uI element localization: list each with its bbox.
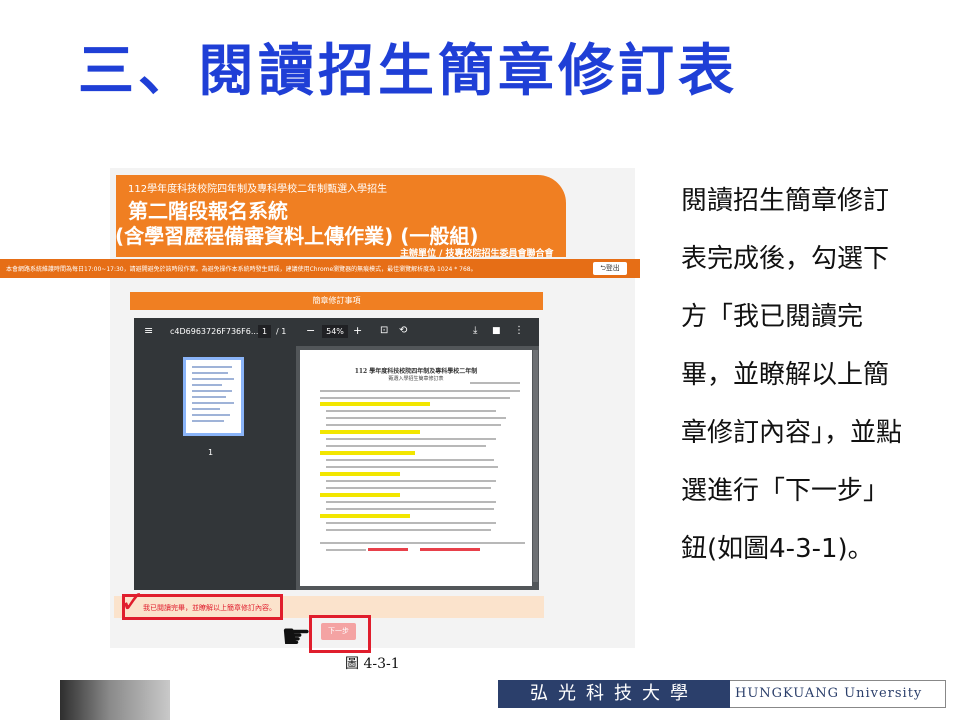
figure-caption: 圖 4-3-1 bbox=[345, 656, 400, 672]
page-total: / 1 bbox=[276, 327, 287, 336]
banner-exam-year: 112學年度科技校院四年制及專科學校二年制甄選入學招生 bbox=[128, 184, 388, 195]
more-options-icon[interactable]: ⋮ bbox=[514, 325, 524, 336]
page-thumbnail[interactable] bbox=[183, 357, 244, 436]
menu-icon[interactable]: ≡ bbox=[144, 324, 153, 337]
pdf-page bbox=[300, 350, 532, 586]
building-photo bbox=[60, 680, 170, 720]
download-icon[interactable]: ⤓ bbox=[473, 325, 477, 336]
banner-system-subtitle: (含學習歷程備審資料上傳作業) (一般組) bbox=[115, 224, 479, 248]
next-step-button[interactable]: 下一步 bbox=[321, 623, 356, 640]
slide-title: 三、閱讀招生簡章修訂表 bbox=[78, 39, 738, 104]
rotate-icon[interactable]: ⟲ bbox=[399, 325, 407, 336]
zoom-in-icon[interactable]: + bbox=[353, 324, 362, 337]
document-title: 112 學年度科技校院四年制及專科學校二年制 bbox=[354, 368, 478, 375]
document-subtitle: 甄選入學招生簡章修訂表 bbox=[388, 376, 444, 382]
school-name-english: HUNGKUANG University bbox=[735, 686, 923, 701]
instruction-text: 閱讀招生簡章修訂表完成後，勾選下方「我已閱讀完畢，並瞭解以上簡章修訂內容」，並點… bbox=[681, 186, 903, 564]
page-number-input[interactable]: 1 bbox=[258, 325, 271, 338]
checkmark-icon[interactable]: ✓ bbox=[120, 585, 145, 620]
school-name-chinese: 弘光科技大學 bbox=[498, 680, 730, 708]
pdf-scrollbar[interactable] bbox=[533, 350, 538, 582]
pointing-hand-icon: ☛ bbox=[281, 617, 312, 657]
thumbnail-page-label: 1 bbox=[208, 448, 214, 457]
zoom-out-icon[interactable]: − bbox=[306, 324, 315, 337]
logout-button[interactable]: ⮌登出 bbox=[593, 262, 627, 275]
notice-text: 本會網路系統維護時間為每日17:00~17:30，請避開避免於該時段作業。為避免… bbox=[6, 266, 477, 273]
pdf-filename: c4D6963726F736F6... bbox=[170, 327, 259, 336]
print-icon[interactable]: ■ bbox=[492, 326, 501, 336]
section-title-bar: 簡章修訂事項 bbox=[130, 292, 543, 310]
zoom-input[interactable]: 54% bbox=[322, 325, 348, 338]
confirm-checkbox-label[interactable]: 我已閱讀完畢，並瞭解以上簡章修訂內容。 bbox=[143, 603, 276, 613]
logout-label: 登出 bbox=[605, 264, 620, 272]
fit-page-icon[interactable]: ⊡ bbox=[380, 325, 388, 336]
banner-organizer: 主辦單位 / 技專校院招生委員會聯合會 bbox=[400, 249, 554, 259]
